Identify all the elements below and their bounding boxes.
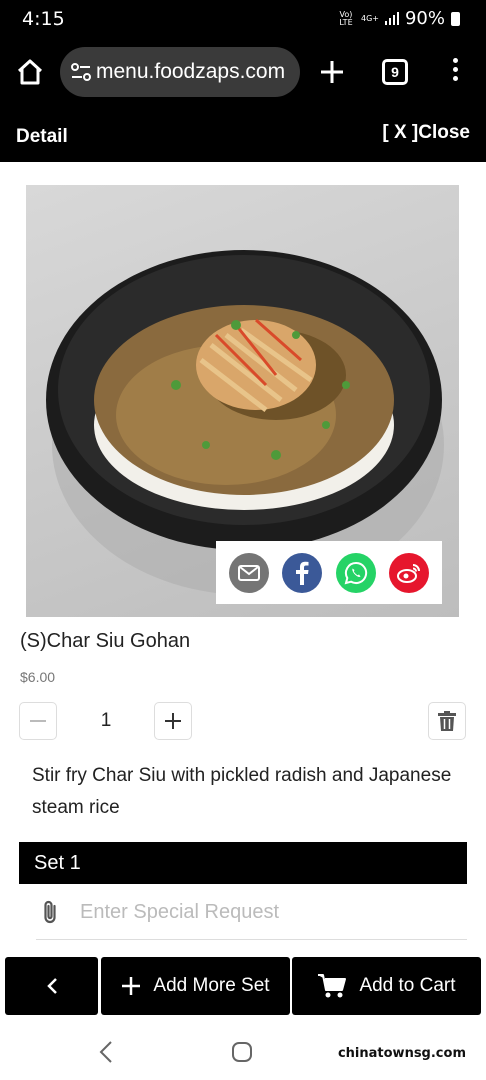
status-bar: 4:15 Vo) LTE 4G+ 90% — [0, 0, 486, 36]
product-name: (S)Char Siu Gohan — [20, 630, 191, 652]
quantity-value: 1 — [100, 710, 112, 731]
detail-header: Detail [ X ]Close — [0, 108, 486, 162]
weibo-icon — [397, 563, 421, 583]
plus-icon — [321, 61, 343, 83]
minus-icon — [30, 720, 46, 722]
facebook-share-button[interactable] — [282, 552, 323, 593]
network-indicator: 4G+ — [360, 13, 379, 23]
chevron-left-icon — [46, 978, 57, 994]
whatsapp-icon — [344, 561, 367, 584]
detail-title: Detail — [16, 126, 68, 147]
email-icon — [237, 564, 260, 581]
add-more-set-label: Add More Set — [153, 975, 270, 996]
signal-icon — [384, 12, 399, 25]
back-button[interactable] — [5, 957, 98, 1015]
more-options-icon[interactable] — [450, 58, 460, 86]
add-to-cart-label: Add to Cart — [359, 975, 456, 996]
home-icon — [17, 59, 43, 85]
paperclip-icon — [44, 900, 56, 924]
add-more-set-button[interactable]: Add More Set — [101, 957, 290, 1015]
decrease-quantity-button[interactable] — [19, 702, 57, 740]
home-button[interactable] — [14, 56, 46, 88]
home-nav-icon[interactable] — [231, 1041, 253, 1063]
tab-switcher-button[interactable]: 9 — [382, 59, 408, 85]
delete-item-button[interactable] — [428, 702, 466, 740]
increase-quantity-button[interactable] — [154, 702, 192, 740]
url-bar[interactable]: menu.foodzaps.com — [60, 47, 300, 97]
back-nav-icon[interactable] — [98, 1040, 114, 1064]
weibo-share-button[interactable] — [389, 552, 430, 593]
volte-indicator: Vo) LTE — [339, 9, 353, 27]
url-text[interactable]: menu.foodzaps.com — [96, 60, 285, 84]
close-button[interactable]: [ X ]Close — [382, 122, 470, 144]
product-price: $6.00 — [20, 669, 56, 685]
watermark: chinatownsg.com — [337, 1046, 466, 1061]
set-header: Set 1 — [19, 842, 467, 884]
special-request-input[interactable] — [80, 896, 460, 928]
whatsapp-share-button[interactable] — [335, 552, 376, 593]
plus-icon — [165, 713, 181, 729]
site-settings-icon[interactable] — [70, 61, 92, 83]
cart-icon — [318, 974, 347, 998]
battery-percent: 90% — [404, 8, 445, 29]
product-description: Stir fry Char Siu with pickled radish an… — [32, 765, 452, 818]
special-request-row — [36, 890, 467, 940]
add-to-cart-button[interactable]: Add to Cart — [292, 957, 481, 1015]
new-tab-button[interactable] — [318, 58, 346, 86]
system-navigation-bar: chinatownsg.com — [0, 1022, 486, 1080]
facebook-icon — [296, 561, 309, 585]
browser-toolbar: menu.foodzaps.com 9 — [0, 36, 486, 108]
battery-icon — [451, 11, 460, 26]
share-box — [216, 541, 442, 604]
trash-icon — [438, 711, 456, 731]
status-indicators: Vo) LTE 4G+ 90% — [337, 8, 460, 29]
status-time: 4:15 — [22, 8, 65, 30]
email-share-button[interactable] — [228, 552, 269, 593]
plus-icon — [122, 977, 141, 995]
